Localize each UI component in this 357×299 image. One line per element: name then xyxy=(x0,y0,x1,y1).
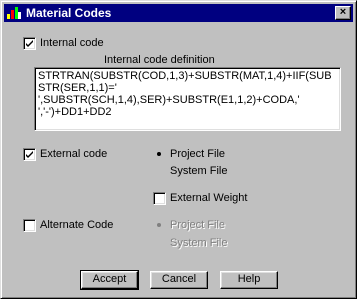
external-weight-checkbox[interactable] xyxy=(153,192,166,205)
external-project-file-label: Project File xyxy=(170,148,226,160)
alternate-system-file-radio[interactable] xyxy=(153,237,165,249)
internal-code-label: Internal code xyxy=(40,37,104,49)
help-button[interactable]: Help xyxy=(220,271,278,289)
app-icon xyxy=(6,5,22,21)
external-weight-label: External Weight xyxy=(170,192,248,204)
external-system-file-radio[interactable] xyxy=(153,165,165,177)
alternate-system-file-label: System File xyxy=(170,237,228,249)
external-project-file-radio[interactable] xyxy=(153,148,165,160)
checkmark-icon xyxy=(26,40,33,47)
internal-code-definition-field[interactable]: STRTRAN(SUBSTR(COD,1,3)+SUBSTR(MAT,1,4)+… xyxy=(34,67,341,131)
close-button[interactable]: × xyxy=(335,6,351,20)
close-icon: × xyxy=(339,6,347,18)
alternate-code-checkbox[interactable] xyxy=(23,219,36,232)
alternate-project-file-radio[interactable] xyxy=(153,219,165,231)
internal-code-checkbox[interactable] xyxy=(23,37,36,50)
internal-code-definition-label: Internal code definition xyxy=(104,54,215,66)
accept-button[interactable]: Accept xyxy=(80,270,139,290)
external-code-checkbox[interactable] xyxy=(23,148,36,161)
title-bar[interactable]: Material Codes × xyxy=(4,4,353,22)
alternate-project-file-label: Project File xyxy=(170,219,226,231)
window-title: Material Codes xyxy=(26,6,112,20)
checkmark-icon xyxy=(26,151,33,158)
cancel-button[interactable]: Cancel xyxy=(150,271,208,289)
material-codes-dialog: Material Codes × Internal code Internal … xyxy=(0,0,357,299)
external-code-label: External code xyxy=(40,148,108,160)
alternate-code-label: Alternate Code xyxy=(40,219,114,231)
external-system-file-label: System File xyxy=(170,165,228,177)
